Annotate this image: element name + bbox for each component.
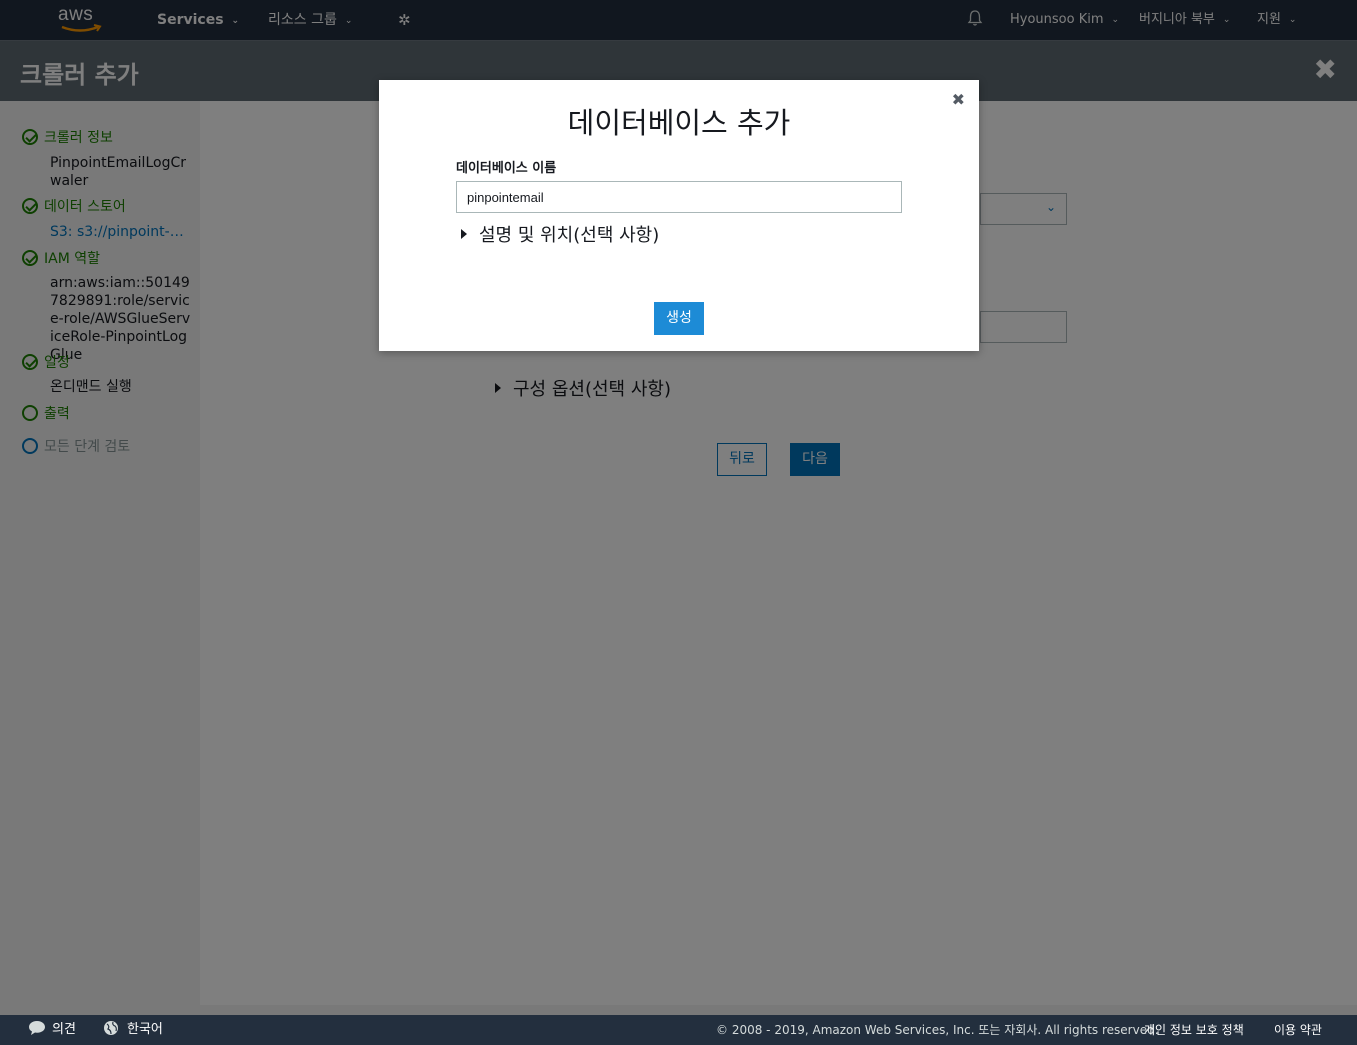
add-database-dialog: 데이터베이스 추가 ✖ 데이터베이스 이름 설명 및 위치(선택 사항) 생성: [379, 80, 979, 351]
language-button[interactable]: 한국어: [103, 1015, 163, 1045]
close-icon[interactable]: ✖: [952, 90, 965, 109]
create-button[interactable]: 생성: [654, 302, 704, 335]
privacy-link[interactable]: 개인 정보 보호 정책: [1144, 1015, 1244, 1045]
chat-bubble-icon: [29, 1021, 45, 1035]
description-location-expander[interactable]: 설명 및 위치(선택 사항): [461, 221, 659, 247]
terms-link[interactable]: 이용 약관: [1274, 1015, 1322, 1045]
database-name-label: 데이터베이스 이름: [456, 161, 557, 176]
globe-icon: [104, 1021, 118, 1035]
feedback-label: 의견: [52, 1022, 76, 1037]
copyright-text: © 2008 - 2019, Amazon Web Services, Inc.…: [716, 1023, 1159, 1037]
footer: 의견 한국어 © 2008 - 2019, Amazon Web Service…: [0, 1015, 1357, 1045]
description-location-label: 설명 및 위치(선택 사항): [479, 225, 660, 246]
language-label: 한국어: [127, 1022, 163, 1037]
database-name-input[interactable]: [456, 181, 902, 213]
caret-right-icon: [461, 229, 467, 239]
dialog-title: 데이터베이스 추가: [567, 106, 791, 140]
feedback-button[interactable]: 의견: [28, 1015, 76, 1045]
